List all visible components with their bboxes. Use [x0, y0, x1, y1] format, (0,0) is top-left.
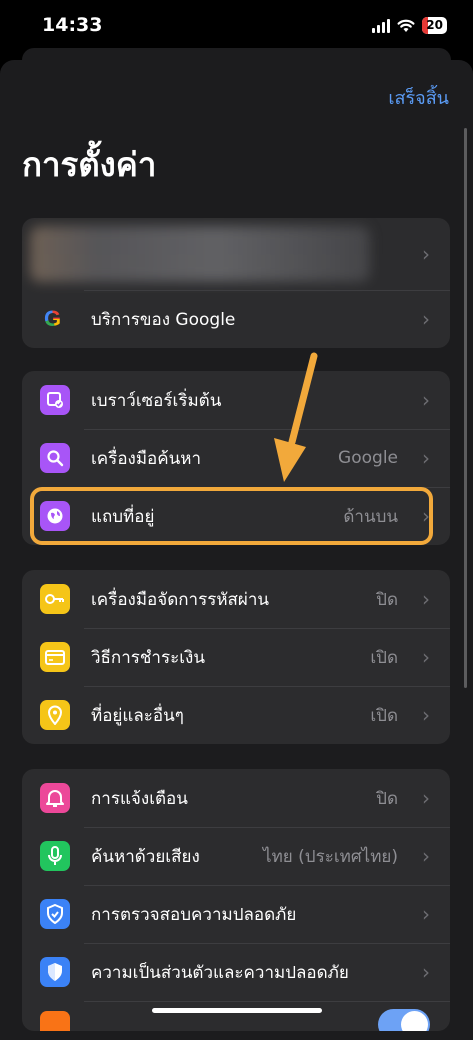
profile-row[interactable]: ›	[22, 218, 450, 290]
shield-check-icon	[40, 899, 70, 929]
row-label: วิธีการชำระเงิน	[91, 647, 205, 668]
chevron-right-icon: ›	[422, 307, 430, 331]
status-bar: 14:33 20	[0, 0, 473, 54]
chevron-right-icon: ›	[422, 902, 430, 926]
row-label: การตรวจสอบความปลอดภัย	[91, 904, 297, 925]
chevron-right-icon: ›	[422, 703, 430, 727]
default-browser-row[interactable]: เบราว์เซอร์เริ่มต้น ›	[22, 371, 450, 429]
addresses-row[interactable]: ที่อยู่และอื่นๆ เปิด ›	[22, 686, 450, 744]
chevron-right-icon: ›	[422, 242, 430, 266]
chevron-right-icon: ›	[422, 388, 430, 412]
home-indicator	[152, 1008, 322, 1013]
cellular-signal-icon	[372, 18, 391, 33]
toggle-switch[interactable]	[378, 1009, 430, 1031]
chevron-right-icon: ›	[422, 446, 430, 470]
wifi-icon	[397, 19, 415, 32]
done-button[interactable]: เสร็จสิ้น	[388, 83, 449, 112]
password-manager-row[interactable]: เครื่องมือจัดการรหัสผ่าน ปิด ›	[22, 570, 450, 628]
row-label: ค้นหาด้วยเสียง	[91, 846, 200, 867]
chevron-right-icon: ›	[422, 960, 430, 984]
search-icon	[40, 443, 70, 473]
avatar	[30, 226, 370, 282]
chevron-right-icon: ›	[422, 786, 430, 810]
shield-icon	[40, 957, 70, 987]
credit-card-icon	[40, 642, 70, 672]
row-value: ไทย (ประเทศไทย)	[263, 846, 398, 867]
partial-row[interactable]	[22, 1001, 450, 1031]
row-label: การแจ้งเตือน	[91, 788, 188, 809]
chevron-right-icon: ›	[422, 645, 430, 669]
google-logo-icon: G	[44, 306, 62, 331]
bell-icon	[40, 783, 70, 813]
scrollbar[interactable]	[464, 128, 467, 688]
page-title: การตั้งค่า	[22, 145, 157, 184]
google-services-row[interactable]: G บริการของ Google ›	[22, 290, 450, 348]
privacy-group: การแจ้งเตือน ปิด › ค้นหาด้วยเสียง ไทย (ป…	[22, 769, 450, 1031]
status-time: 14:33	[42, 14, 103, 36]
notifications-row[interactable]: การแจ้งเตือน ปิด ›	[22, 769, 450, 827]
row-label: เครื่องมือค้นหา	[91, 448, 201, 469]
arrow-down-icon	[274, 352, 318, 482]
browser-default-icon	[40, 385, 70, 415]
row-label: เครื่องมือจัดการรหัสผ่าน	[91, 589, 270, 610]
row-value: เปิด	[370, 705, 398, 726]
google-services-label: บริการของ Google	[91, 309, 236, 330]
location-pin-icon	[40, 700, 70, 730]
autofill-group: เครื่องมือจัดการรหัสผ่าน ปิด › วิธีการชำ…	[22, 570, 450, 744]
privacy-security-row[interactable]: ความเป็นส่วนตัวและความปลอดภัย ›	[22, 943, 450, 1001]
voice-search-row[interactable]: ค้นหาด้วยเสียง ไทย (ประเทศไทย) ›	[22, 827, 450, 885]
battery-icon: 20	[422, 17, 447, 34]
search-engine-row[interactable]: เครื่องมือค้นหา Google ›	[22, 429, 450, 487]
chevron-right-icon: ›	[422, 587, 430, 611]
account-group: › G บริการของ Google ›	[22, 218, 450, 348]
battery-level: 20	[426, 18, 443, 32]
row-label: ความเป็นส่วนตัวและความปลอดภัย	[91, 962, 349, 983]
safety-check-row[interactable]: การตรวจสอบความปลอดภัย ›	[22, 885, 450, 943]
payment-methods-row[interactable]: วิธีการชำระเงิน เปิด ›	[22, 628, 450, 686]
status-icons: 20	[372, 17, 447, 34]
row-value: เปิด	[370, 647, 398, 668]
highlight-box	[30, 487, 433, 545]
row-label: เบราว์เซอร์เริ่มต้น	[91, 390, 222, 411]
microphone-icon	[40, 841, 70, 871]
key-icon	[40, 584, 70, 614]
row-label: ที่อยู่และอื่นๆ	[91, 705, 184, 726]
row-value: ปิด	[376, 788, 398, 809]
row-value: Google	[338, 448, 398, 468]
partial-row-icon	[40, 1011, 70, 1031]
chevron-right-icon: ›	[422, 844, 430, 868]
row-value: ปิด	[376, 589, 398, 610]
